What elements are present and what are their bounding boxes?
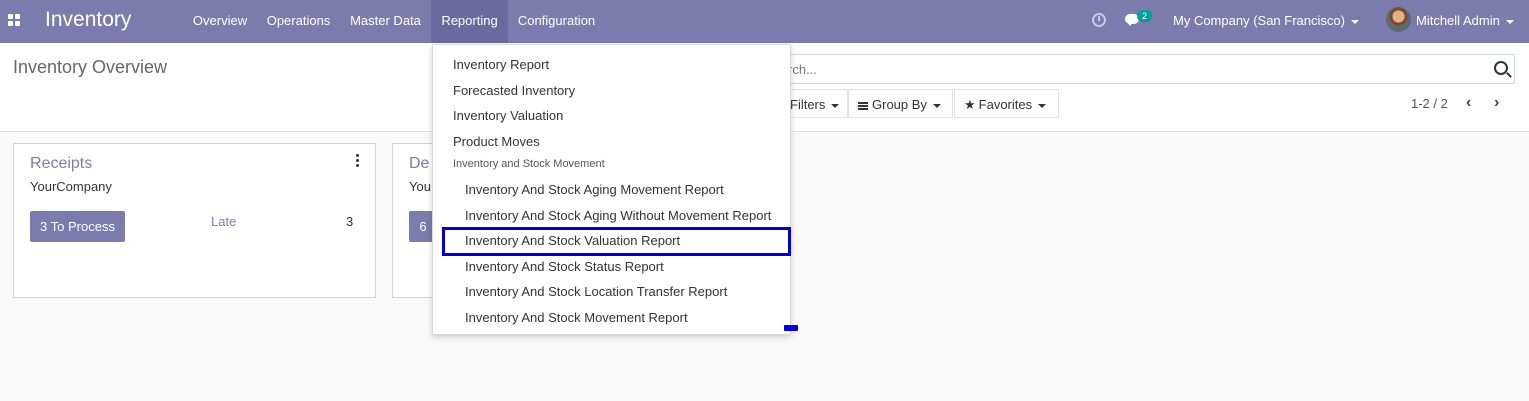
chat-count-badge: 2 <box>1137 10 1152 22</box>
pager-value[interactable]: 1-2 / 2 <box>1411 96 1448 111</box>
menu-item-status-report[interactable]: Inventory And Stock Status Report <box>465 259 664 274</box>
menu-reporting[interactable]: Reporting <box>431 0 508 43</box>
search-placeholder: rch... <box>788 62 817 77</box>
clock-icon[interactable] <box>1092 13 1106 27</box>
bars-icon <box>858 101 868 110</box>
card-title[interactable]: Receipts <box>30 155 92 173</box>
more-options-icon[interactable] <box>356 154 360 168</box>
favorites-label: Favorites <box>978 97 1033 112</box>
menu-configuration[interactable]: Configuration <box>508 0 605 43</box>
card-title[interactable]: De <box>409 155 429 173</box>
user-menu[interactable]: Mitchell Admin <box>1416 0 1514 43</box>
menu-master-data[interactable]: Master Data <box>340 0 431 43</box>
menu-item-forecasted-inventory[interactable]: Forecasted Inventory <box>453 83 575 98</box>
app-brand[interactable]: Inventory <box>45 8 131 32</box>
menu-operations[interactable]: Operations <box>257 0 340 43</box>
late-link[interactable]: Late <box>211 214 236 229</box>
chevron-down-icon <box>1505 19 1514 24</box>
group-by-label: Group By <box>872 97 927 112</box>
top-navbar: Inventory Overview Operations Master Dat… <box>0 0 1529 43</box>
reporting-dropdown-menu: Inventory Report Forecasted Inventory In… <box>432 44 798 335</box>
to-process-label: 6 <box>419 219 427 234</box>
card-company: YourCompany <box>30 179 112 194</box>
menu-overview[interactable]: Overview <box>183 0 257 43</box>
chevron-down-icon <box>932 103 941 108</box>
avatar[interactable] <box>1386 7 1411 32</box>
star-icon: ★ <box>964 97 976 112</box>
favorites-button[interactable]: ★ Favorites <box>954 89 1059 118</box>
menu-item-aging-movement-report[interactable]: Inventory And Stock Aging Movement Repor… <box>465 182 724 197</box>
menu-item-location-transfer-report[interactable]: Inventory And Stock Location Transfer Re… <box>465 284 727 299</box>
menu-item-movement-report[interactable]: Inventory And Stock Movement Report <box>465 310 688 325</box>
company-switcher[interactable]: My Company (San Francisco) <box>1173 0 1359 43</box>
chevron-right-icon[interactable]: › <box>1494 95 1508 111</box>
late-count: 3 <box>346 214 354 229</box>
receipts-card: Receipts YourCompany 3 To Process Late 3 <box>13 143 376 298</box>
company-name: My Company (San Francisco) <box>1173 13 1345 28</box>
scroll-marker <box>784 325 798 331</box>
chevron-down-icon <box>1038 103 1047 108</box>
chevron-down-icon <box>1350 19 1359 24</box>
menu-item-aging-without-movement-report[interactable]: Inventory And Stock Aging Without Moveme… <box>465 208 771 223</box>
search-input[interactable]: rch... <box>760 54 1515 84</box>
to-process-button[interactable]: 3 To Process <box>30 211 125 242</box>
menu-item-inventory-report[interactable]: Inventory Report <box>453 57 549 72</box>
apps-menu-icon[interactable] <box>8 14 21 27</box>
chevron-down-icon <box>831 103 840 108</box>
menu-item-inventory-valuation[interactable]: Inventory Valuation <box>453 108 563 123</box>
chevron-left-icon[interactable]: ‹ <box>1466 95 1480 111</box>
group-by-button[interactable]: Group By <box>848 89 953 118</box>
menu-item-valuation-report[interactable]: Inventory And Stock Valuation Report <box>465 233 680 248</box>
search-icon[interactable] <box>1494 61 1508 75</box>
filters-label: Filters <box>790 97 826 112</box>
card-company: You <box>409 179 431 194</box>
page-title: Inventory Overview <box>13 57 168 77</box>
user-name: Mitchell Admin <box>1416 13 1500 28</box>
menu-item-product-moves[interactable]: Product Moves <box>453 134 540 149</box>
menu-section-header: Inventory and Stock Movement <box>453 158 605 170</box>
